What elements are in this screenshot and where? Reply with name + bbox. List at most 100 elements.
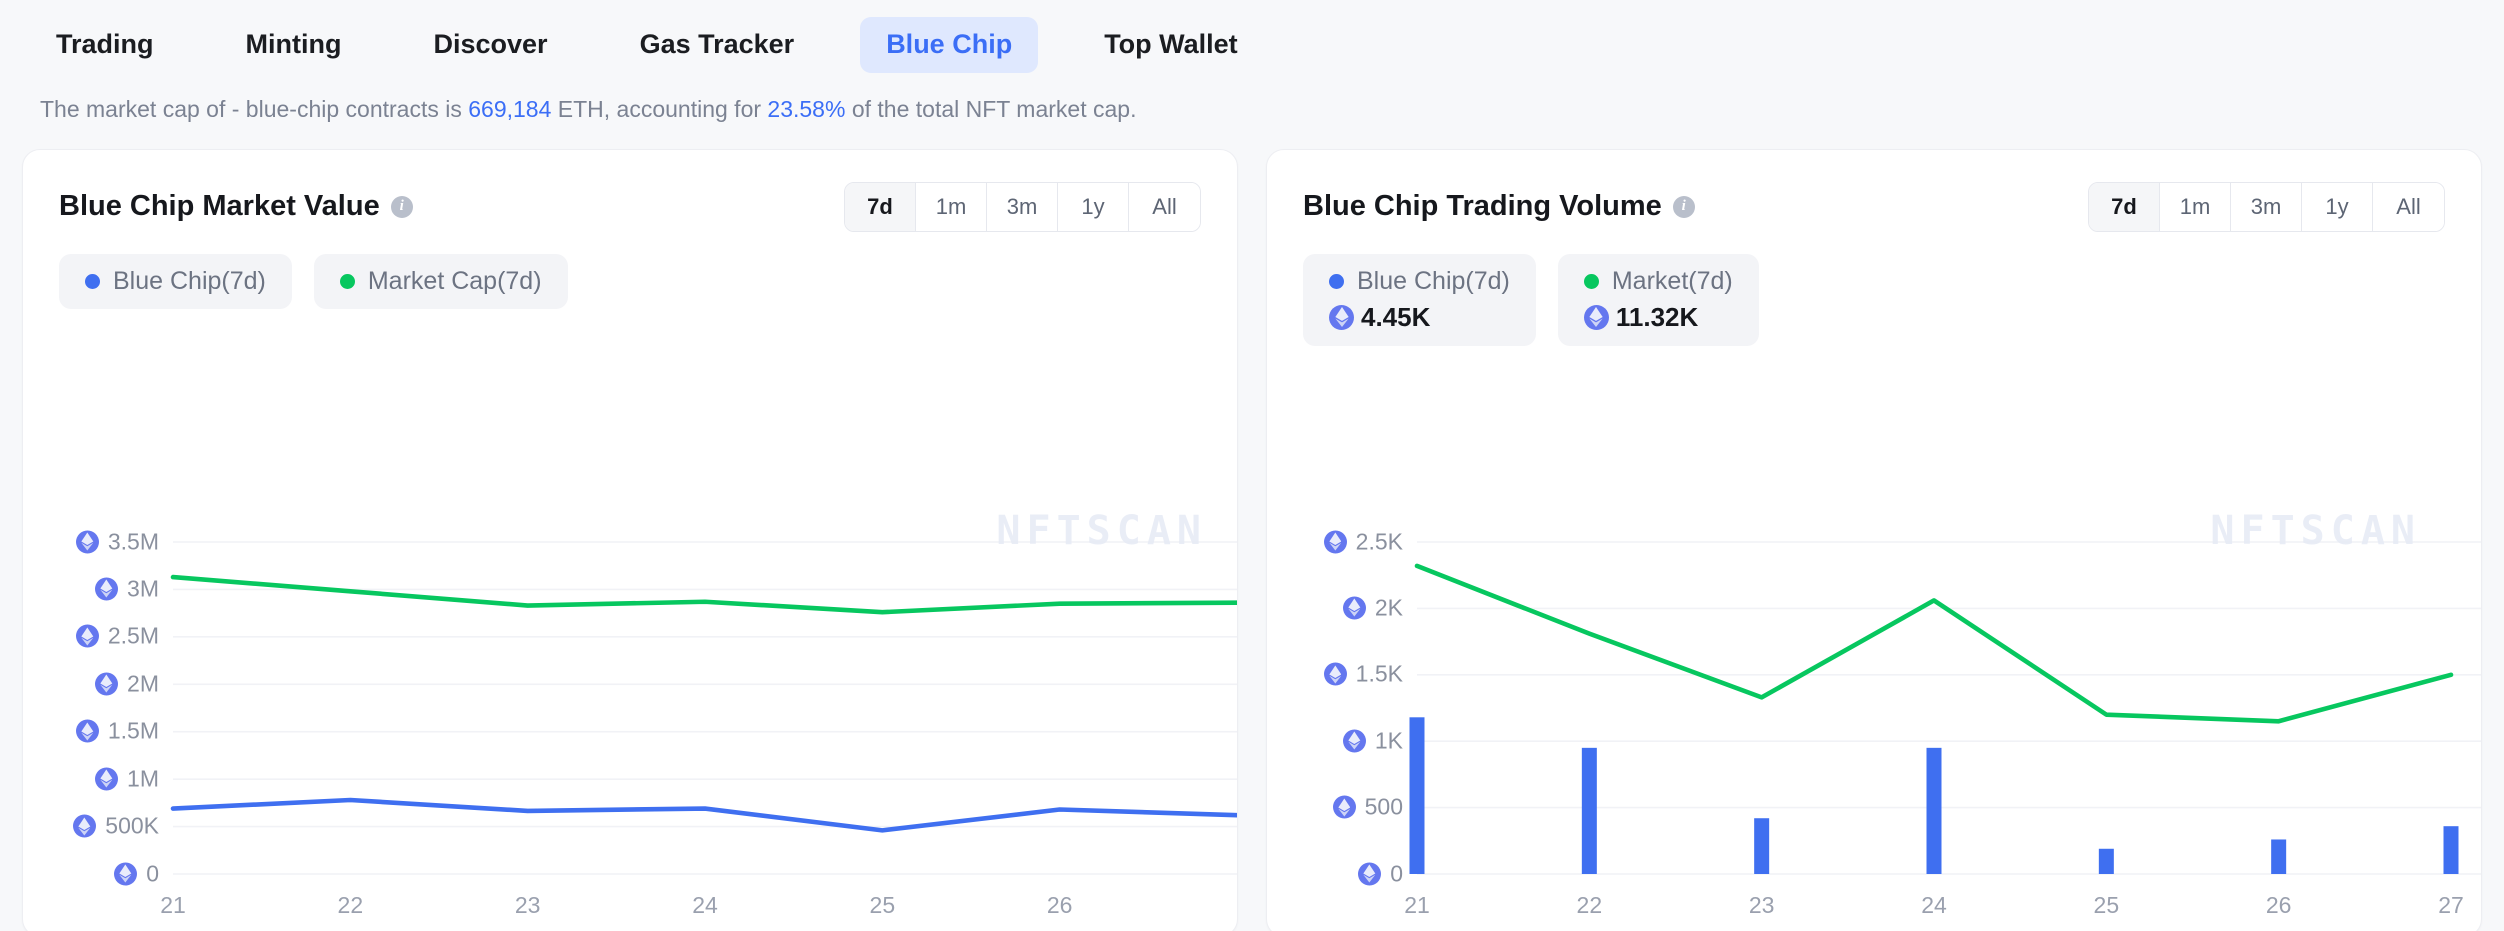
right-range-1m[interactable]: 1m <box>2160 182 2231 231</box>
y-axis-tick: 2K <box>1342 594 1403 621</box>
left-range-3m[interactable]: 3m <box>987 182 1058 231</box>
y-axis-tick: 2.5K <box>1323 528 1403 555</box>
left-range-selector: 7d 1m 3m 1y All <box>844 181 1201 232</box>
y-axis-tick: 2M <box>95 670 159 697</box>
right-legend: Blue Chip(7d) 4.45K Market(7d) 11.32K <box>1267 232 2481 346</box>
y-axis-tick: 2.5M <box>75 622 159 650</box>
right-range-selector: 7d 1m 3m 1y All <box>2088 181 2445 232</box>
y-axis-tick: 1K <box>1342 727 1403 754</box>
y-axis-tick-label: 0 <box>1390 860 1403 886</box>
eth-icon <box>75 624 99 648</box>
right-chart-plot[interactable]: NFTSCAN 0 500 1K 1.5K 2K 2.5K 21 22 23 24 25 26 27 <box>1267 508 2481 931</box>
chart-svg <box>1409 540 2481 875</box>
right-range-1y[interactable]: 1y <box>2302 182 2373 231</box>
x-axis-tick: 24 <box>692 891 718 918</box>
chart-bar <box>1409 716 1425 874</box>
right-card-title: Blue Chip Trading Volume i <box>1303 190 1695 223</box>
legend-value-blue-chip-wrap: 4.45K <box>1329 302 1510 333</box>
left-range-1m[interactable]: 1m <box>916 182 987 231</box>
left-card-header: Blue Chip Market Value i 7d 1m 3m 1y All <box>23 150 1237 232</box>
chart-bar <box>2098 848 2114 874</box>
y-axis-tick-label: 2K <box>1374 594 1403 621</box>
y-axis-tick: 1.5M <box>75 717 159 745</box>
y-axis-tick: 0 <box>114 860 159 887</box>
y-axis-tick-label: 1K <box>1374 727 1403 754</box>
y-axis-tick: 1.5K <box>1323 661 1403 688</box>
x-axis-tick: 25 <box>869 891 896 918</box>
left-range-1y[interactable]: 1y <box>1058 182 1129 231</box>
info-icon[interactable]: i <box>1672 195 1695 218</box>
chart-bar <box>1926 747 1942 874</box>
left-range-7d[interactable]: 7d <box>845 182 916 231</box>
legend-chip-blue-chip[interactable]: Blue Chip(7d) 4.45K <box>1303 253 1536 346</box>
summary-percent-value: 23.58% <box>767 96 846 122</box>
eth-icon <box>114 862 138 885</box>
eth-icon <box>95 577 119 601</box>
left-card-title: Blue Chip Market Value i <box>59 190 413 223</box>
y-axis-tick-label: 1M <box>127 765 159 792</box>
chart-line <box>1414 563 2454 724</box>
chart-svg <box>170 540 1237 875</box>
summary-text-part1: The market cap of - blue-chip contracts … <box>40 96 469 122</box>
blue-chip-market-value-card: Blue Chip Market Value i 7d 1m 3m 1y All… <box>22 148 1238 931</box>
legend-chip-market[interactable]: Market(7d) 11.32K <box>1557 253 1759 346</box>
y-axis-tick: 500 <box>1332 794 1403 821</box>
legend-chip-blue-chip[interactable]: Blue Chip(7d) <box>59 253 292 309</box>
chart-line <box>170 574 1237 614</box>
info-icon[interactable]: i <box>390 195 413 218</box>
legend-dot-green <box>339 273 355 289</box>
blue-chip-trading-volume-card: Blue Chip Trading Volume i 7d 1m 3m 1y A… <box>1266 148 2482 931</box>
right-card-header: Blue Chip Trading Volume i 7d 1m 3m 1y A… <box>1267 150 2481 232</box>
eth-icon <box>1583 304 1609 330</box>
chart-bar <box>1754 817 1770 874</box>
summary-eth-value: 669,184 <box>468 96 552 122</box>
eth-icon <box>1323 530 1347 553</box>
y-axis-tick: 500K <box>73 813 159 840</box>
right-range-7d[interactable]: 7d <box>2089 182 2160 231</box>
x-axis-tick: 23 <box>1748 891 1775 918</box>
nav-item-gas-tracker[interactable]: Gas Tracker <box>614 17 821 73</box>
x-axis-tick: 22 <box>337 891 364 918</box>
market-cap-summary: The market cap of - blue-chip contracts … <box>0 82 2504 127</box>
legend-chip-market-cap[interactable]: Market Cap(7d) <box>313 253 568 309</box>
right-range-3m[interactable]: 3m <box>2231 182 2302 231</box>
charts-row: Blue Chip Market Value i 7d 1m 3m 1y All… <box>0 127 2504 931</box>
y-axis-tick-label: 2.5M <box>107 622 159 649</box>
eth-icon <box>95 672 119 696</box>
right-card-title-text: Blue Chip Trading Volume <box>1303 190 1662 223</box>
eth-icon <box>75 719 99 743</box>
legend-label-market: Market(7d) <box>1611 266 1733 295</box>
nav-item-minting[interactable]: Minting <box>220 17 368 73</box>
x-axis-tick: 21 <box>160 891 186 918</box>
left-chart-plot[interactable]: NFTSCAN 0 500K 1M 1.5M 2M 2.5M 3M 3.5M 21 22 23 24 2… <box>23 508 1237 931</box>
legend-label-blue-chip: Blue Chip(7d) <box>113 266 266 295</box>
eth-icon <box>1342 729 1366 753</box>
x-axis-tick: 26 <box>2265 891 2292 918</box>
y-axis-tick-label: 2M <box>127 670 159 697</box>
eth-icon <box>75 530 99 553</box>
nav-item-discover[interactable]: Discover <box>407 17 573 73</box>
y-axis-tick-label: 2.5K <box>1355 528 1403 554</box>
y-axis-tick-label: 3M <box>127 575 159 602</box>
summary-text-part3: of the total NFT market cap. <box>845 96 1137 122</box>
eth-icon <box>1323 662 1347 686</box>
legend-label-blue-chip: Blue Chip(7d) <box>1357 266 1510 295</box>
y-axis-tick: 1M <box>95 765 159 792</box>
x-axis-tick: 26 <box>1046 891 1073 918</box>
nav-item-trading[interactable]: Trading <box>30 17 180 73</box>
right-range-all[interactable]: All <box>2373 182 2444 231</box>
chart-bar <box>1581 747 1597 874</box>
y-axis-tick-label: 500K <box>105 812 159 839</box>
legend-value-blue-chip: 4.45K <box>1361 301 1431 332</box>
y-axis-tick-label: 0 <box>146 860 159 886</box>
x-axis-tick: 24 <box>1921 891 1947 918</box>
nav-item-blue-chip[interactable]: Blue Chip <box>860 17 1039 73</box>
y-axis-tick-label: 1.5M <box>107 717 159 744</box>
eth-icon <box>95 767 119 791</box>
left-legend: Blue Chip(7d) Market Cap(7d) <box>23 232 1237 309</box>
nav-item-top-wallet[interactable]: Top Wallet <box>1078 17 1263 73</box>
eth-icon <box>1342 596 1366 620</box>
eth-icon <box>1332 795 1356 819</box>
left-card-title-text: Blue Chip Market Value <box>59 190 380 223</box>
left-range-all[interactable]: All <box>1129 182 1200 231</box>
